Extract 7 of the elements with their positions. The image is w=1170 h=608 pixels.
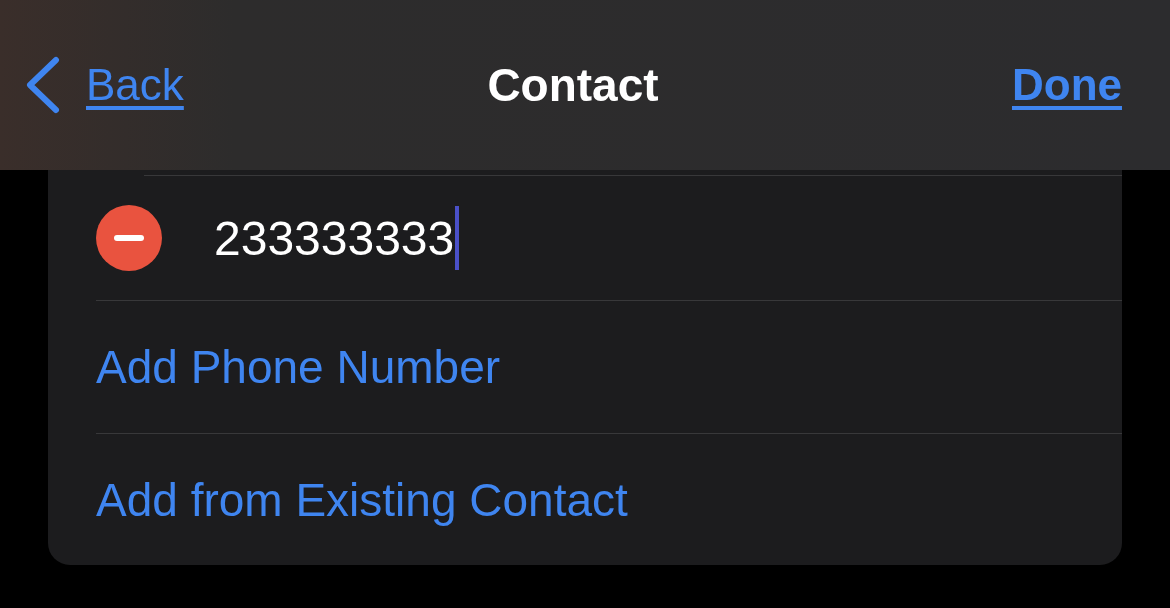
back-chevron-icon[interactable] [24,56,60,114]
back-link[interactable]: Back [86,60,184,110]
action-link[interactable]: Add Phone Number [96,340,501,394]
phone-input-field[interactable]: 233333333 [214,206,460,270]
done-link[interactable]: Done [1012,60,1122,110]
page-title: Contact [487,58,659,112]
action-link[interactable]: Add from Existing Contact [96,472,628,527]
